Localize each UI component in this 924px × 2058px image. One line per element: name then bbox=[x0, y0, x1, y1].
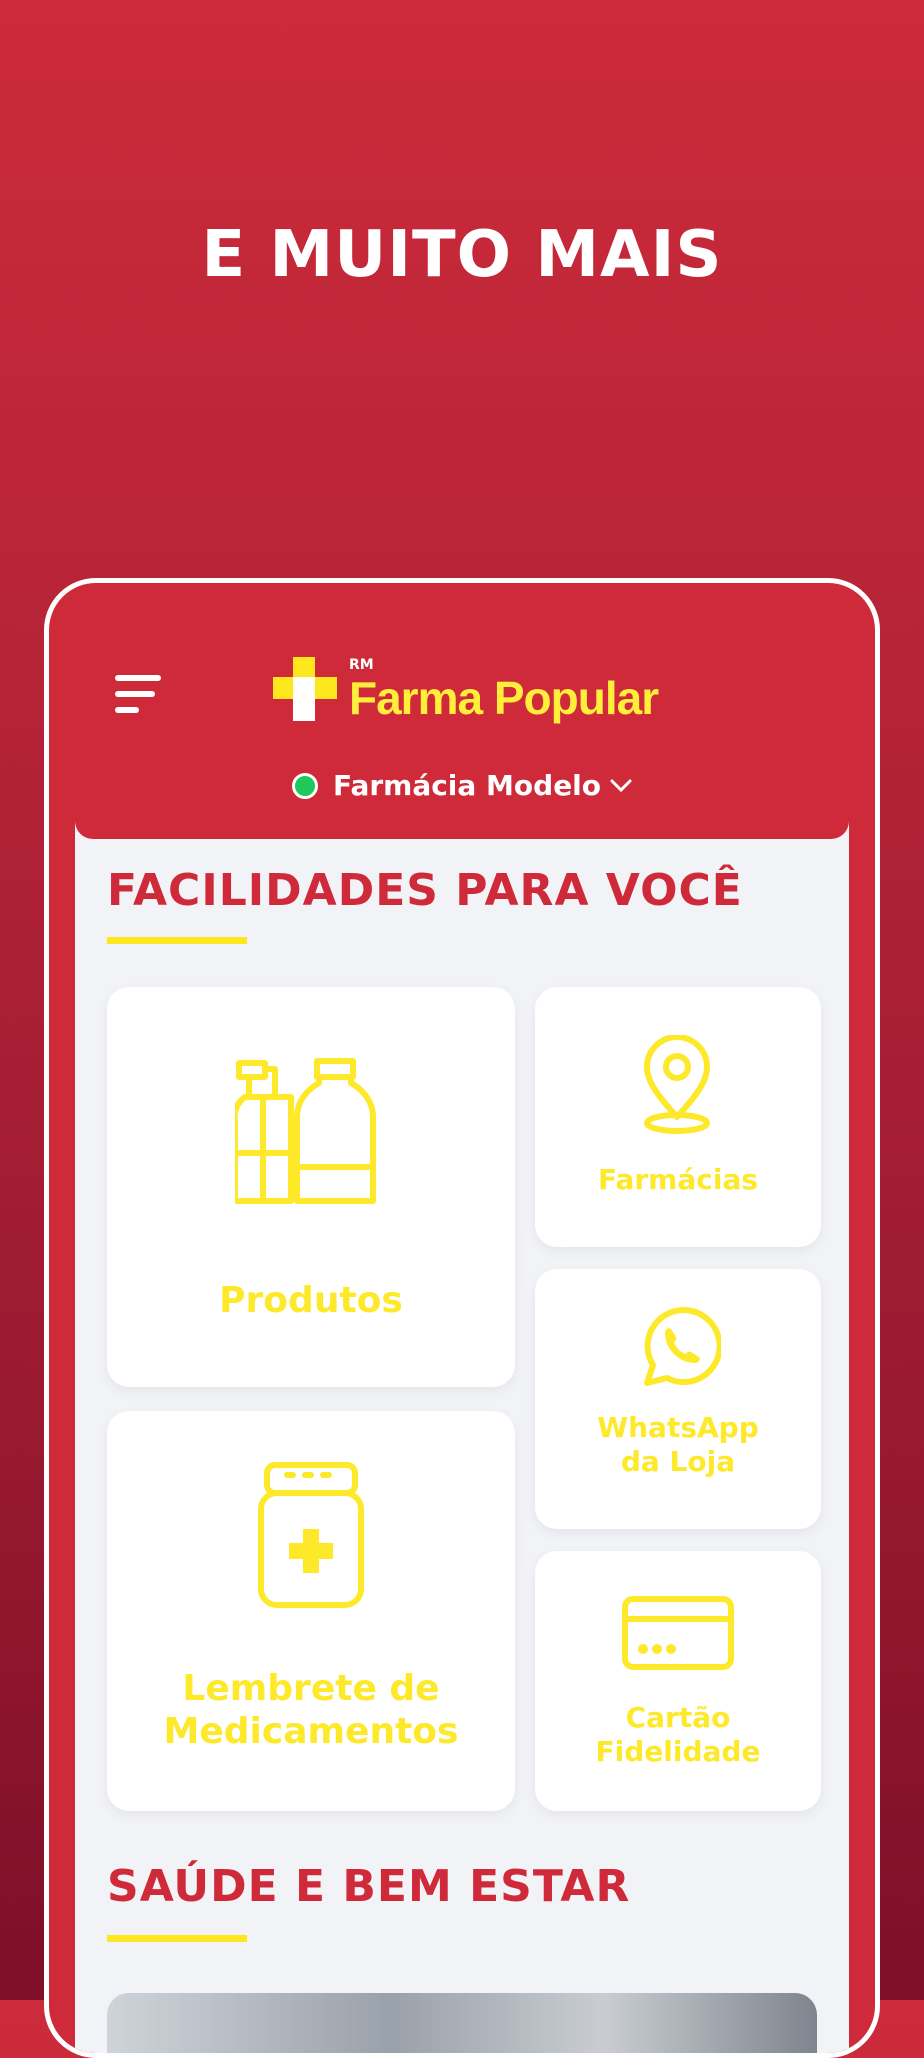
loyalty-label: Cartão Fidelidade bbox=[535, 1701, 821, 1768]
promo-headline: E MUITO MAIS bbox=[201, 218, 723, 292]
health-article-image[interactable] bbox=[107, 1993, 817, 2053]
menu-icon[interactable] bbox=[115, 669, 165, 719]
section-title-facilities: FACILIDADES PARA VOCÊ bbox=[107, 865, 743, 916]
cross-logo-icon bbox=[273, 657, 337, 721]
logo-name: Farma Popular bbox=[349, 672, 659, 724]
whatsapp-icon bbox=[644, 1307, 721, 1386]
whatsapp-label-line1: WhatsApp bbox=[597, 1411, 759, 1444]
reminder-card[interactable]: Lembrete de Medicamentos bbox=[107, 1411, 515, 1811]
loyalty-label-line1: Cartão bbox=[625, 1701, 731, 1734]
loyalty-label-line2: Fidelidade bbox=[595, 1734, 761, 1768]
location-pin-icon bbox=[644, 1035, 710, 1134]
credit-card-icon bbox=[622, 1596, 734, 1670]
section-underline bbox=[107, 1935, 247, 1942]
pharmacies-label: Farmácias bbox=[597, 1163, 758, 1196]
loyalty-card-card[interactable]: Cartão Fidelidade bbox=[535, 1551, 821, 1811]
section-title-health: SAÚDE E BEM ESTAR bbox=[107, 1861, 631, 1912]
pharmacies-card[interactable]: Farmácias bbox=[535, 987, 821, 1247]
app-screen: RM Farma Popular Farmácia Modelo FACILID… bbox=[75, 583, 849, 2053]
reminder-label-line1: Lembrete de bbox=[182, 1668, 440, 1709]
online-status-icon bbox=[291, 772, 318, 799]
phone-frame: RM Farma Popular Farmácia Modelo FACILID… bbox=[44, 578, 880, 2058]
app-header: RM Farma Popular Farmácia Modelo bbox=[75, 583, 849, 839]
products-icon bbox=[235, 1058, 376, 1204]
store-name: Farmácia Modelo bbox=[332, 769, 602, 802]
medicine-jar-icon bbox=[258, 1462, 364, 1608]
reminder-label-line2: Medicamentos bbox=[163, 1711, 459, 1753]
reminder-label: Lembrete de Medicamentos bbox=[107, 1667, 515, 1753]
products-card[interactable]: Produtos bbox=[107, 987, 515, 1387]
store-selector[interactable]: Farmácia Modelo bbox=[75, 769, 849, 802]
whatsapp-label-line2: da Loja bbox=[620, 1444, 736, 1478]
products-label: Produtos bbox=[219, 1280, 403, 1321]
whatsapp-card[interactable]: WhatsApp da Loja bbox=[535, 1269, 821, 1529]
section-underline bbox=[107, 937, 247, 944]
whatsapp-label: WhatsApp da Loja bbox=[535, 1411, 821, 1478]
chevron-down-icon bbox=[610, 779, 632, 792]
